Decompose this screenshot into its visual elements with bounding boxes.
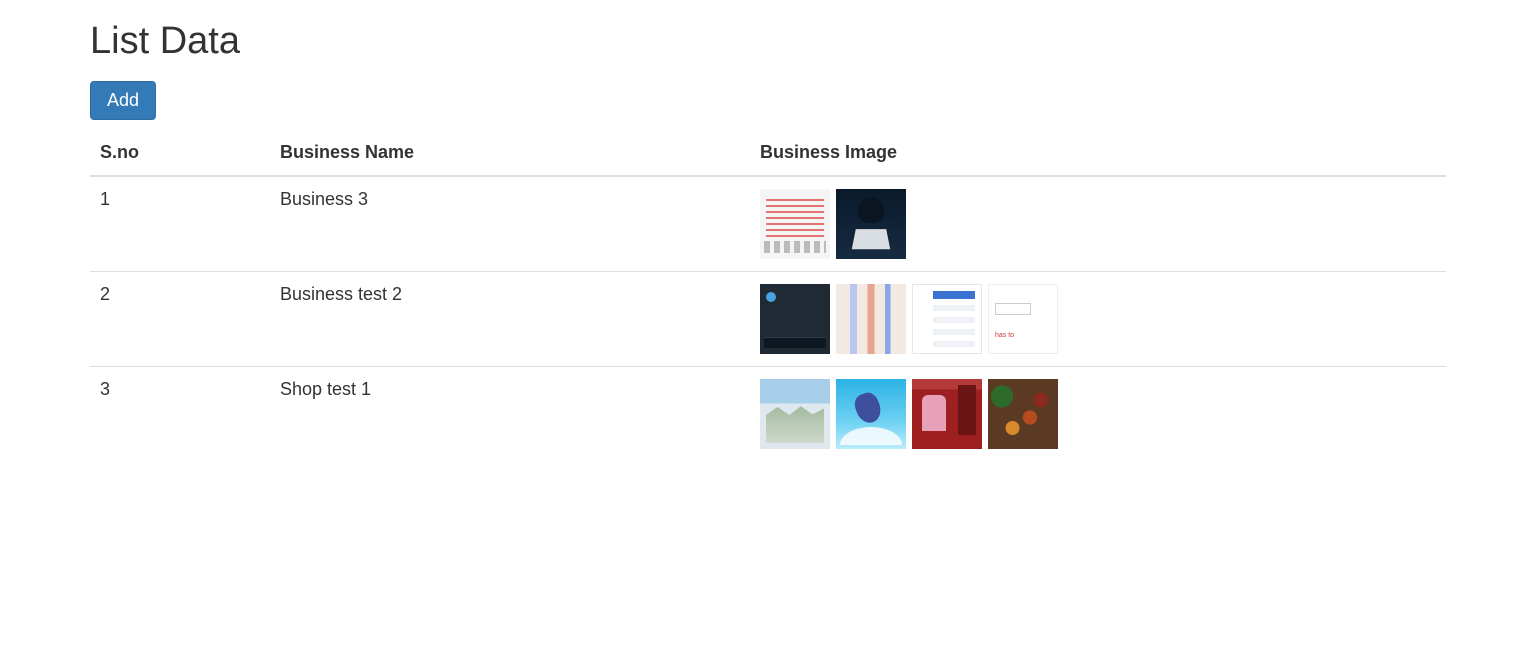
business-image-thumbnail[interactable] xyxy=(760,189,830,259)
cell-business-name: Business 3 xyxy=(270,176,750,272)
cell-sno: 1 xyxy=(90,176,270,272)
cell-business-name: Business test 2 xyxy=(270,272,750,367)
cell-sno: 3 xyxy=(90,367,270,462)
business-image-thumbnail[interactable] xyxy=(836,379,906,449)
cell-business-image xyxy=(750,176,1446,272)
col-header-name: Business Name xyxy=(270,130,750,176)
business-image-thumbnail[interactable] xyxy=(912,379,982,449)
business-image-thumbnail[interactable] xyxy=(760,284,830,354)
business-image-thumbnail[interactable] xyxy=(836,189,906,259)
business-image-thumbnail[interactable] xyxy=(760,379,830,449)
page-title: List Data xyxy=(90,20,1446,63)
col-header-image: Business Image xyxy=(750,130,1446,176)
cell-business-name: Shop test 1 xyxy=(270,367,750,462)
cell-business-image xyxy=(750,272,1446,367)
table-row: 2Business test 2 xyxy=(90,272,1446,367)
business-table: S.no Business Name Business Image 1Busin… xyxy=(90,130,1446,461)
table-row: 3Shop test 1 xyxy=(90,367,1446,462)
cell-sno: 2 xyxy=(90,272,270,367)
business-image-thumbnail[interactable] xyxy=(988,284,1058,354)
table-row: 1Business 3 xyxy=(90,176,1446,272)
cell-business-image xyxy=(750,367,1446,462)
business-image-thumbnail[interactable] xyxy=(836,284,906,354)
col-header-sno: S.no xyxy=(90,130,270,176)
business-image-thumbnail[interactable] xyxy=(912,284,982,354)
business-image-thumbnail[interactable] xyxy=(988,379,1058,449)
add-button[interactable]: Add xyxy=(90,81,156,120)
